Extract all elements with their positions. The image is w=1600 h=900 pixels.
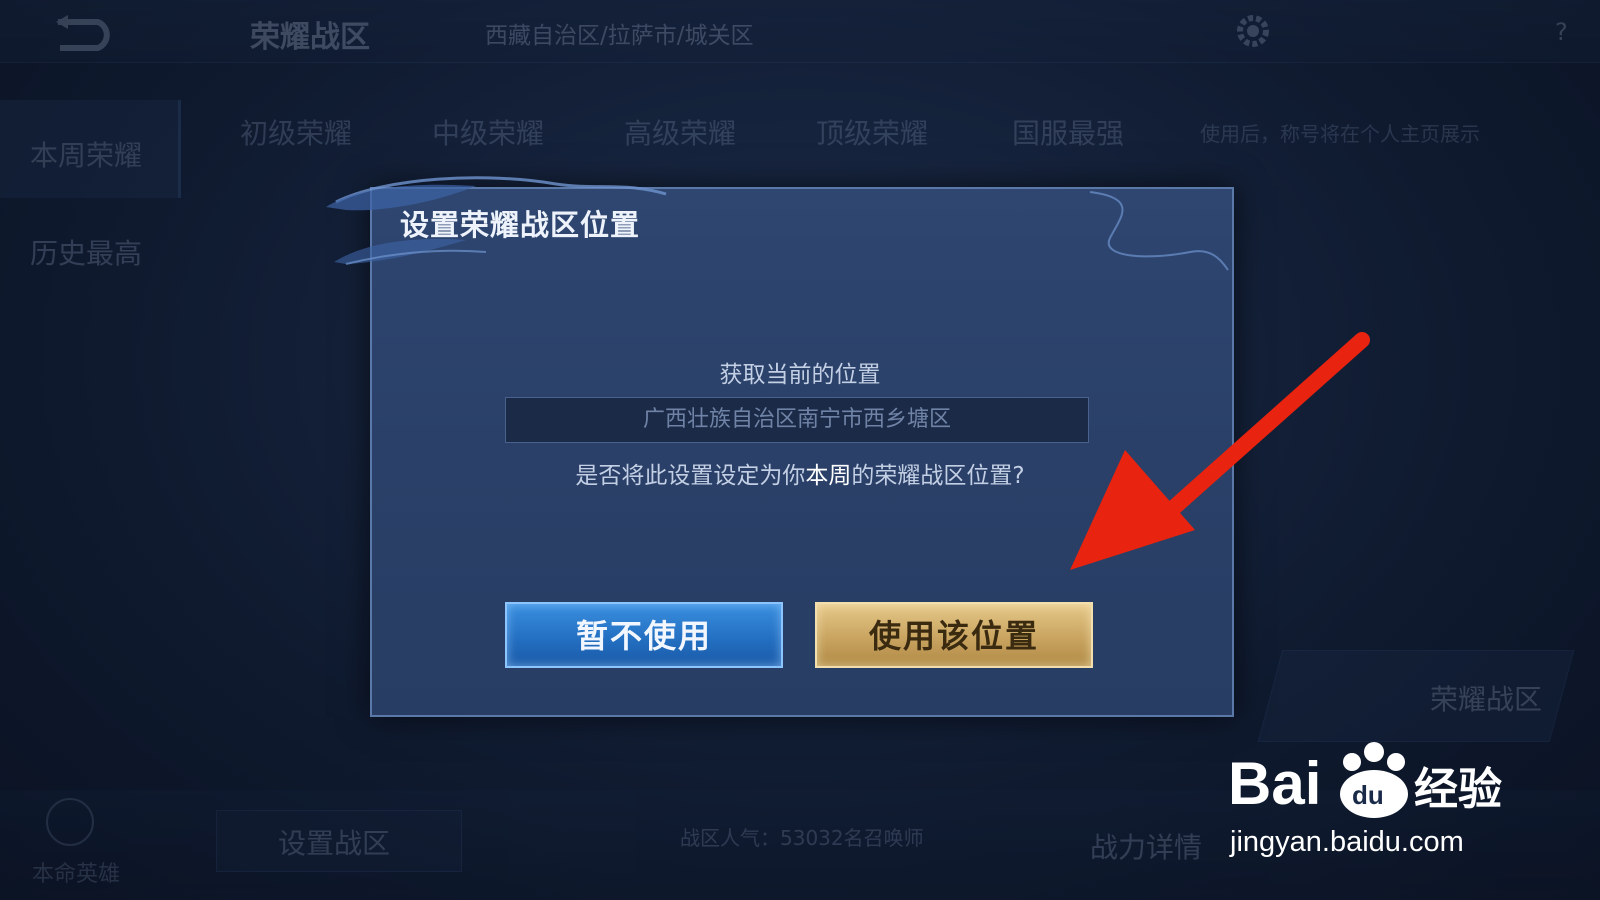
question-text-after: 的荣耀战区位置? bbox=[851, 463, 1025, 489]
sidebar-item-this-week[interactable]: 本周荣耀 bbox=[30, 134, 142, 174]
svg-text:Bai: Bai bbox=[1228, 750, 1321, 817]
page-title: 荣耀战区 bbox=[250, 20, 370, 55]
question-highlight: 本周 bbox=[805, 463, 852, 489]
set-zone-button-label: 设置战区 bbox=[278, 827, 391, 860]
svg-text:du: du bbox=[1352, 780, 1384, 810]
tab-senior[interactable]: 高级荣耀 bbox=[624, 112, 736, 152]
sidebar-item-history-best[interactable]: 历史最高 bbox=[30, 232, 142, 272]
power-details-button[interactable]: 战力详情 bbox=[1090, 826, 1202, 866]
question-text-before: 是否将此设置设定为你 bbox=[575, 463, 806, 489]
help-icon[interactable]: ? bbox=[1555, 18, 1568, 46]
main-hero-label: 本命英雄 bbox=[32, 862, 121, 887]
location-field: 广西壮族自治区南宁市西乡塘区 bbox=[505, 397, 1089, 443]
tab-junior[interactable]: 初级荣耀 bbox=[240, 112, 352, 152]
tab-top[interactable]: 顶级荣耀 bbox=[816, 112, 928, 152]
svg-text:经验: 经验 bbox=[1414, 764, 1502, 815]
dialog-title: 设置荣耀战区位置 bbox=[400, 208, 641, 242]
tab-note: 使用后，称号将在个人主页展示 bbox=[1200, 122, 1480, 146]
current-zone-location: 西藏自治区/拉萨市/城关区 bbox=[485, 23, 754, 49]
watermark-url: jingyan.baidu.com bbox=[1230, 826, 1464, 858]
use-location-button[interactable]: 使用该位置 bbox=[815, 602, 1093, 668]
glory-zone-card-label: 荣耀战区 bbox=[1430, 683, 1543, 716]
arrow-icon bbox=[1070, 332, 1370, 570]
tab-national[interactable]: 国服最强 bbox=[1012, 112, 1124, 152]
cancel-button[interactable]: 暂不使用 bbox=[505, 602, 783, 668]
tab-intermediate[interactable]: 中级荣耀 bbox=[432, 112, 544, 152]
hero-icon[interactable] bbox=[46, 798, 94, 846]
gear-icon[interactable] bbox=[1232, 10, 1274, 52]
back-icon[interactable] bbox=[52, 14, 118, 54]
cloud-swirl-decoration-right bbox=[1089, 191, 1229, 271]
zone-popularity: 战区人气：53032名召唤师 bbox=[680, 826, 924, 850]
